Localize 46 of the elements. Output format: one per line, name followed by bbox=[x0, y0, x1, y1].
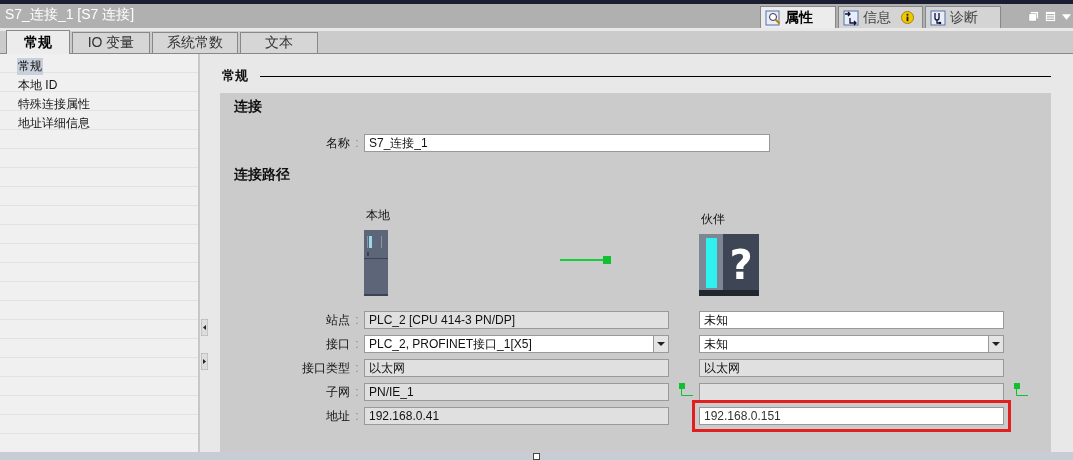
window-title: S7_连接_1 [S7 连接] bbox=[4, 6, 136, 24]
inspector-tab[interactable]: 属性 bbox=[760, 6, 836, 28]
field-label: 接口类型 bbox=[302, 359, 350, 377]
field-label: 子网 bbox=[326, 383, 350, 401]
expand-right-icon[interactable] bbox=[200, 353, 208, 370]
sidebar-item[interactable]: 常规 bbox=[17, 58, 43, 75]
colon: : bbox=[355, 337, 359, 351]
unknown-device-icon: ? bbox=[699, 234, 759, 296]
section-title: 常规 bbox=[222, 67, 248, 85]
inspector-tab[interactable]: 信息 bbox=[838, 6, 923, 28]
colon: : bbox=[355, 361, 359, 375]
stethoscope-icon bbox=[930, 9, 946, 26]
sidebar-item[interactable]: 特殊连接属性 bbox=[17, 96, 91, 113]
name-field[interactable]: S7_连接_1 bbox=[364, 134, 770, 152]
colon: : bbox=[355, 313, 359, 327]
subnet-port-icon bbox=[1014, 383, 1028, 397]
sidebar-item[interactable]: 本地 ID bbox=[17, 77, 59, 94]
field-label: 地址 bbox=[326, 407, 350, 425]
network-link-icon bbox=[560, 255, 612, 265]
colon: : bbox=[355, 136, 359, 150]
group-title: 连接路径 bbox=[233, 166, 291, 184]
caret-icon[interactable] bbox=[988, 335, 1004, 353]
group-title: 连接 bbox=[233, 98, 263, 116]
info-arrows-icon bbox=[843, 9, 859, 26]
field-label: 站点 bbox=[326, 311, 350, 329]
tab[interactable]: 系统常数 bbox=[152, 32, 238, 53]
dropdown[interactable]: PLC_2, PROFINET接口_1[X5] bbox=[364, 335, 669, 353]
tab[interactable]: 文本 bbox=[240, 32, 318, 53]
plc-module-icon bbox=[364, 230, 388, 296]
resize-handle[interactable] bbox=[533, 453, 540, 460]
magnifier-icon bbox=[765, 9, 781, 26]
colon: : bbox=[355, 385, 359, 399]
sidebar-item[interactable]: 地址详细信息 bbox=[17, 115, 91, 132]
inspector-tab[interactable]: 诊断 bbox=[925, 6, 1001, 28]
text-field[interactable]: 未知 bbox=[699, 311, 1004, 329]
column-heading: 本地 bbox=[365, 207, 391, 224]
dropdown[interactable]: 未知 bbox=[699, 335, 1004, 353]
colon: : bbox=[355, 409, 359, 423]
subnet-port-icon bbox=[679, 383, 693, 397]
caret-icon[interactable] bbox=[653, 335, 669, 353]
field-label: 名称 bbox=[326, 134, 350, 152]
collapse-left-icon[interactable] bbox=[200, 319, 208, 336]
tab[interactable]: IO 变量 bbox=[72, 32, 150, 53]
column-heading: 伙伴 bbox=[700, 211, 726, 228]
field-label: 接口 bbox=[326, 335, 350, 353]
tab[interactable]: 常规 bbox=[6, 30, 70, 54]
